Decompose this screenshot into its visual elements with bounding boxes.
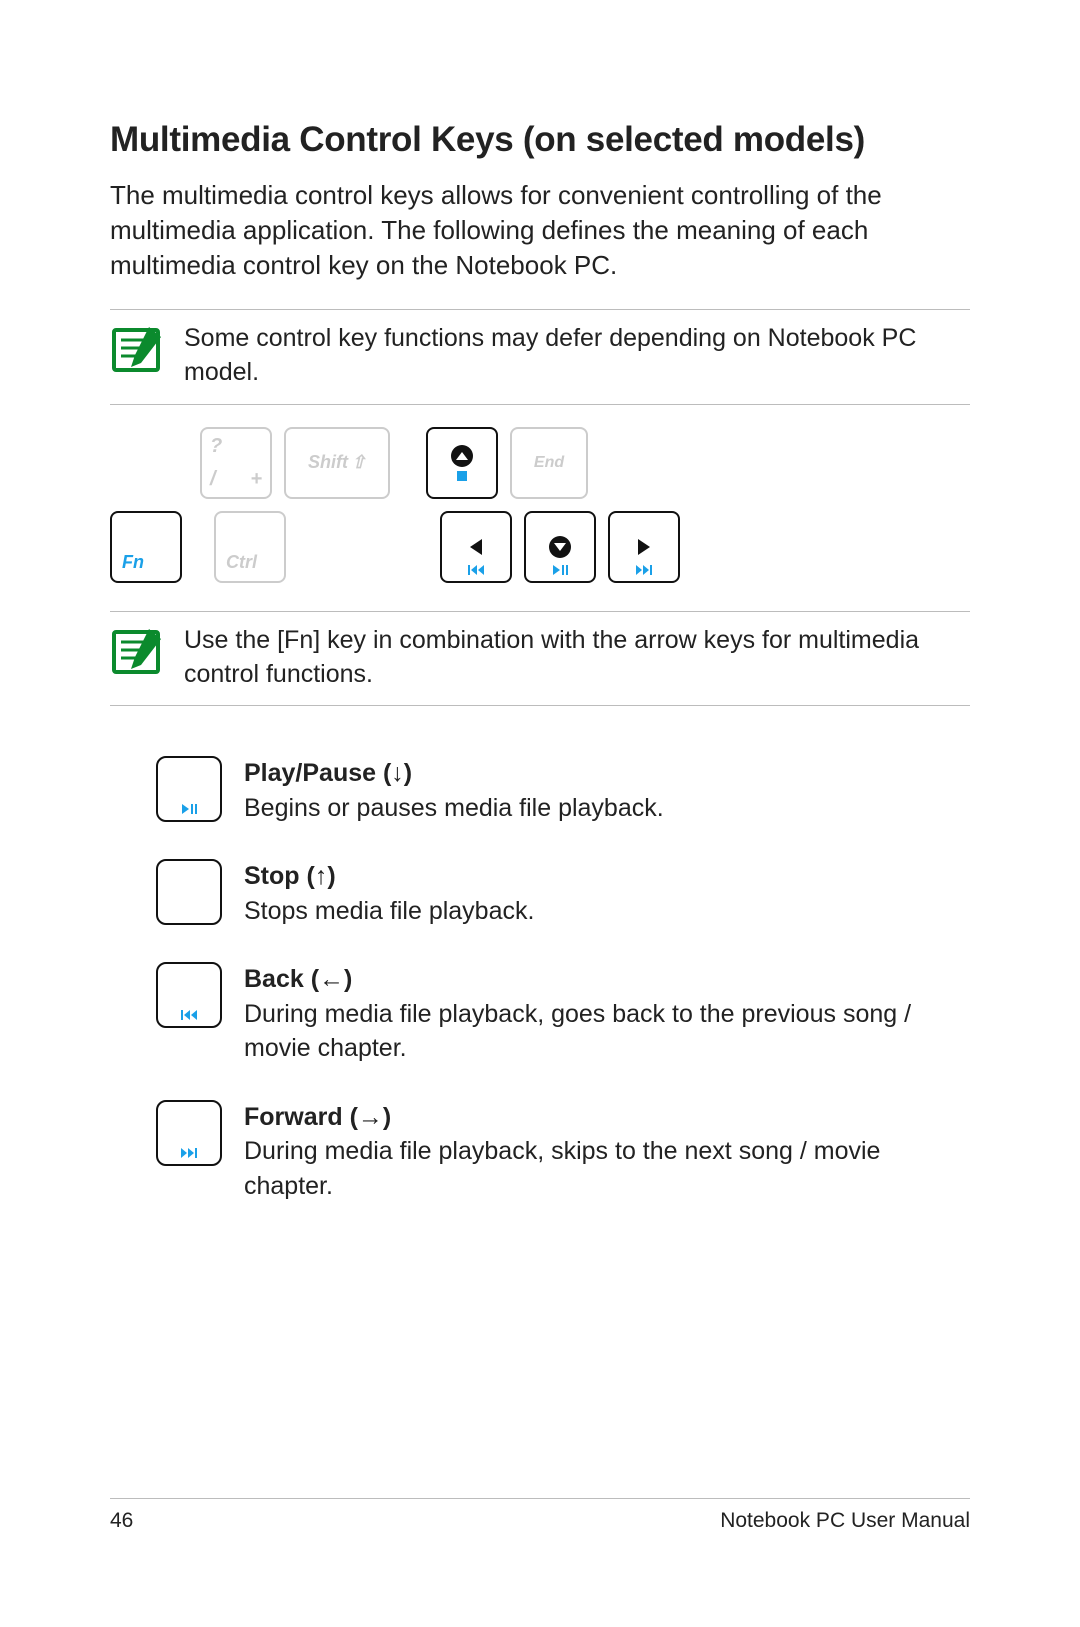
arrow-up-icon [177, 880, 201, 904]
key-fn: Fn [110, 511, 182, 583]
def-back: Back (←) During media file playback, goe… [156, 962, 970, 1066]
key-arrow-left [440, 511, 512, 583]
key-arrow-right [608, 511, 680, 583]
arrow-down-icon [549, 536, 571, 558]
key-slash: ? / + [200, 427, 272, 499]
key-arrow-down [524, 511, 596, 583]
note-block-1: Some control key functions may defer dep… [110, 309, 970, 405]
note-block-2: Use the [Fn] key in combination with the… [110, 612, 970, 707]
note-icon [110, 322, 166, 378]
intro-paragraph: The multimedia control keys allows for c… [110, 178, 970, 283]
arrow-down-icon [177, 777, 201, 801]
shift-arrow-icon: ⇧ [351, 452, 366, 473]
keyboard-diagram: ? / + Shift⇧ End Fn [110, 405, 970, 612]
skip-back-icon [468, 565, 484, 575]
def-title: Stop (↑) [244, 862, 336, 890]
def-key-left [156, 962, 222, 1028]
note-2-text: Use the [Fn] key in combination with the… [184, 624, 970, 692]
skip-back-icon [181, 1010, 197, 1020]
def-title: Back (←) [244, 965, 352, 993]
manual-page: Multimedia Control Keys (on selected mod… [0, 0, 1080, 1627]
play-pause-icon [553, 565, 568, 575]
key-slash-top: ? [210, 435, 222, 458]
key-slash-bottom-left: / [210, 468, 216, 491]
key-slash-bottom-right: + [250, 468, 262, 491]
play-pause-icon [182, 804, 197, 814]
page-footer: 46 Notebook PC User Manual [110, 1498, 970, 1533]
skip-forward-icon [636, 565, 652, 575]
key-ctrl: Ctrl [214, 511, 286, 583]
def-title: Forward (→) [244, 1103, 391, 1131]
definitions-list: Play/Pause (↓) Begins or pauses media fi… [110, 756, 970, 1203]
def-body: Stops media file playback. [244, 897, 534, 925]
def-stop: Stop (↑) Stops media file playback. [156, 859, 970, 928]
arrow-left-icon [470, 539, 482, 555]
keyboard-row-2: Fn Ctrl [110, 511, 970, 583]
def-body: During media file playback, goes back to… [244, 1000, 911, 1063]
def-body: During media file playback, skips to the… [244, 1137, 880, 1200]
def-play-pause: Play/Pause (↓) Begins or pauses media fi… [156, 756, 970, 825]
def-title: Play/Pause (↓) [244, 759, 412, 787]
def-body: Begins or pauses media file playback. [244, 794, 664, 822]
page-number: 46 [110, 1509, 133, 1533]
manual-title: Notebook PC User Manual [720, 1509, 970, 1533]
def-key-down [156, 756, 222, 822]
def-key-right [156, 1100, 222, 1166]
keyboard-row-1: ? / + Shift⇧ End [200, 427, 970, 499]
arrow-up-icon [451, 445, 473, 467]
def-forward: Forward (→) During media file playback, … [156, 1100, 970, 1204]
note-icon [110, 624, 166, 680]
def-key-up [156, 859, 222, 925]
skip-forward-icon [181, 1148, 197, 1158]
key-arrow-up [426, 427, 498, 499]
arrow-right-icon [638, 539, 650, 555]
key-end: End [510, 427, 588, 499]
page-heading: Multimedia Control Keys (on selected mod… [110, 120, 970, 160]
key-shift: Shift⇧ [284, 427, 390, 499]
stop-icon [457, 471, 467, 481]
note-1-text: Some control key functions may defer dep… [184, 322, 970, 390]
